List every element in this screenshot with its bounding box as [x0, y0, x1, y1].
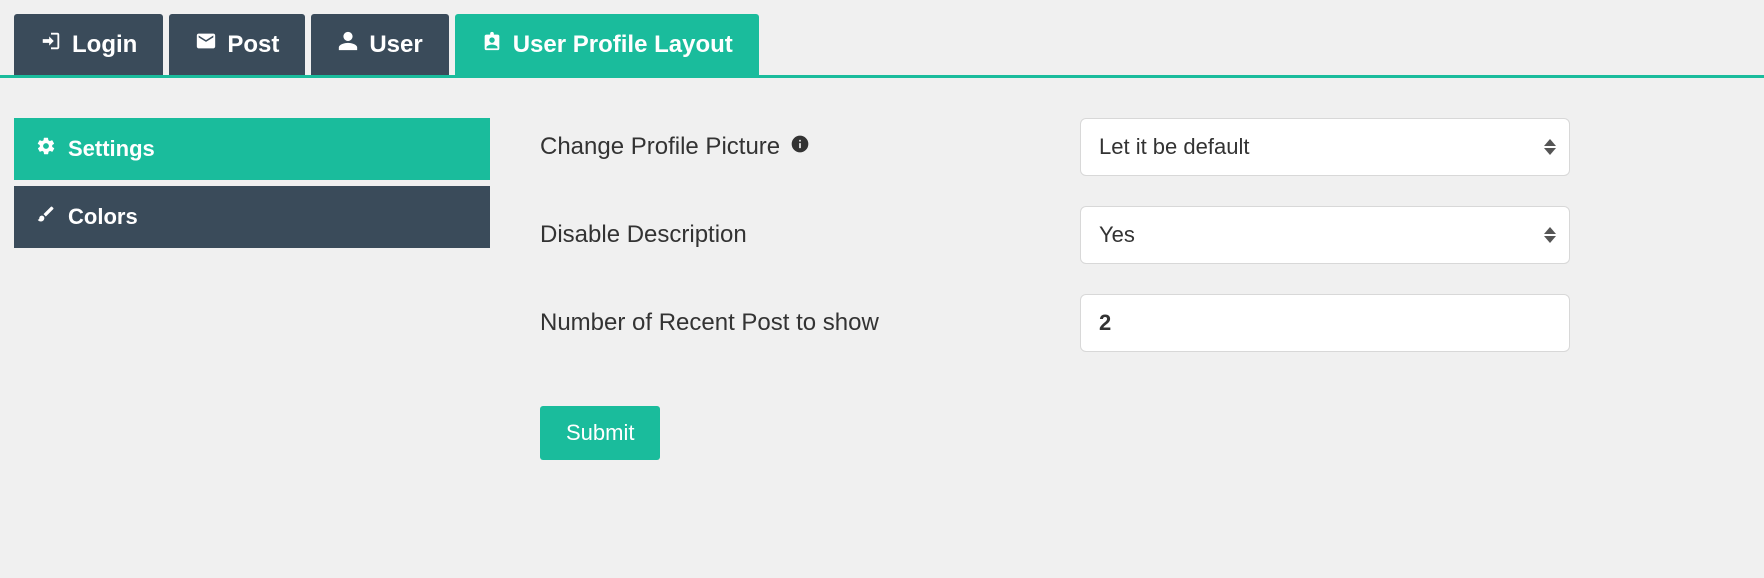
select-value: Yes — [1099, 222, 1135, 248]
brush-icon — [36, 204, 56, 230]
envelope-icon — [195, 30, 217, 59]
label-recent-posts: Number of Recent Post to show — [540, 309, 1080, 337]
label-disable-description: Disable Description — [540, 221, 1080, 249]
select-change-picture[interactable]: Let it be default — [1080, 118, 1570, 176]
sidebar-item-label: Settings — [68, 136, 155, 162]
info-icon[interactable] — [790, 133, 810, 161]
cogs-icon — [36, 136, 56, 162]
top-tabs: Login Post User User Profile Layout — [0, 0, 1764, 78]
label-text: Change Profile Picture — [540, 133, 780, 161]
tab-label: User — [369, 31, 422, 59]
submit-button[interactable]: Submit — [540, 406, 660, 460]
label-text: Disable Description — [540, 221, 747, 249]
tab-label: User Profile Layout — [513, 31, 733, 59]
user-icon — [337, 30, 359, 59]
select-value: Let it be default — [1099, 134, 1249, 160]
tab-label: Login — [72, 31, 137, 59]
select-disable-description[interactable]: Yes — [1080, 206, 1570, 264]
sidebar-item-settings[interactable]: Settings — [14, 118, 490, 180]
tab-label: Post — [227, 31, 279, 59]
login-icon — [40, 30, 62, 59]
sidebar-item-colors[interactable]: Colors — [14, 186, 490, 248]
sidebar-item-label: Colors — [68, 204, 138, 230]
tab-user-profile-layout[interactable]: User Profile Layout — [455, 14, 759, 75]
tab-login[interactable]: Login — [14, 14, 163, 75]
sidebar: Settings Colors — [14, 118, 490, 460]
label-change-picture: Change Profile Picture — [540, 133, 1080, 161]
tab-post[interactable]: Post — [169, 14, 305, 75]
id-badge-icon — [481, 30, 503, 59]
label-text: Number of Recent Post to show — [540, 309, 879, 337]
form-content: Change Profile Picture Let it be default — [540, 118, 1750, 460]
tab-user[interactable]: User — [311, 14, 448, 75]
input-recent-posts[interactable] — [1080, 294, 1570, 352]
